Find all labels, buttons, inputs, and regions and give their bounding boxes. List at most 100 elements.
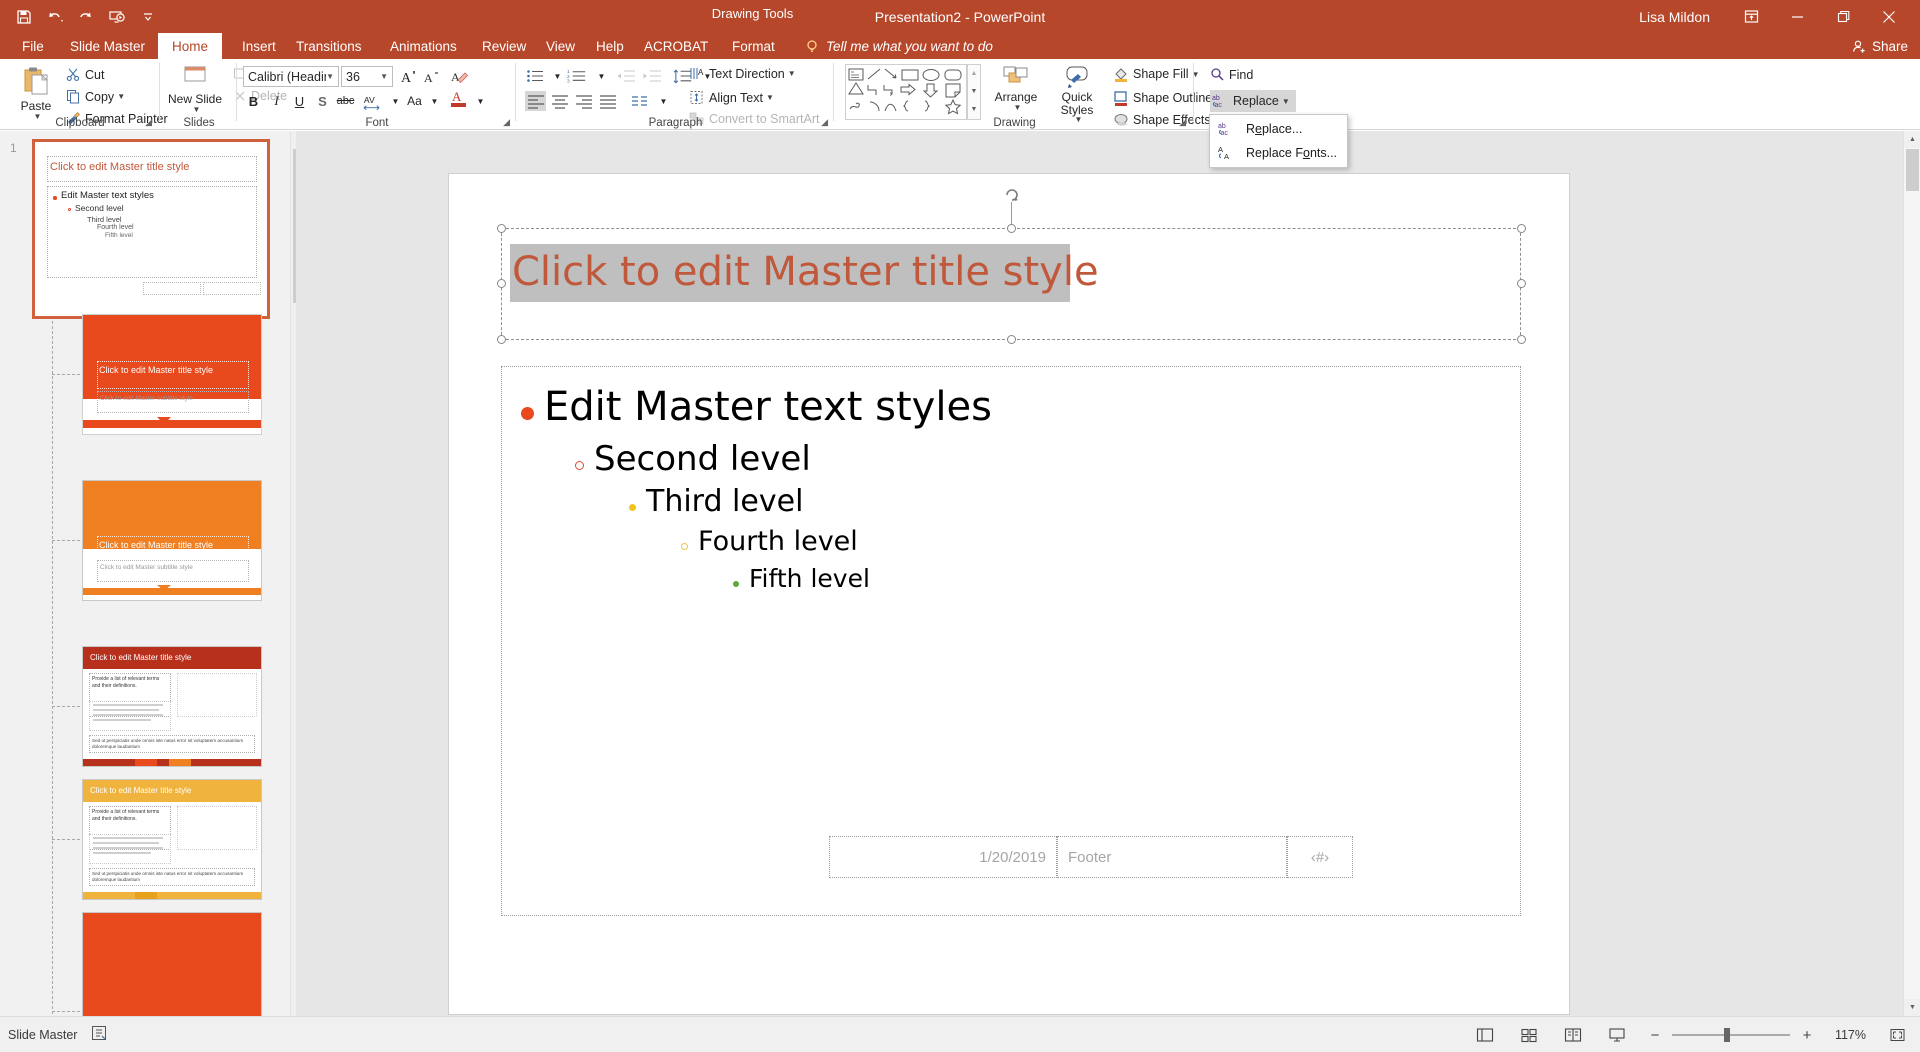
font-color-button[interactable]: A [448, 89, 469, 109]
clipboard-dialog-launcher[interactable]: ◢ [145, 117, 152, 128]
save-icon[interactable] [10, 4, 38, 30]
normal-view-button[interactable] [1472, 1023, 1498, 1047]
restore-icon[interactable] [1820, 0, 1866, 33]
customize-quick-access-toolbar-icon[interactable] [134, 4, 162, 30]
close-icon[interactable] [1866, 0, 1912, 33]
font-name-chevron-down-icon[interactable]: ▼ [326, 72, 334, 81]
tab-home[interactable]: Home [158, 33, 223, 59]
fit-to-window-button[interactable] [1884, 1023, 1910, 1047]
reading-view-button[interactable] [1560, 1023, 1586, 1047]
cut-button[interactable]: Cut [66, 67, 104, 82]
strikethrough-button[interactable]: abc [335, 91, 356, 111]
italic-button[interactable]: I [266, 91, 287, 111]
slide-thumbnail-pane[interactable]: 1 Click to edit Master title style Edit … [0, 131, 296, 1016]
columns-button[interactable] [629, 91, 650, 111]
copy-button[interactable]: Copy ▼ [66, 89, 125, 104]
numbering-button[interactable]: 123 [567, 66, 588, 86]
replace-dropdown-menu[interactable]: ab ac Replace... AA Replace Fonts... [1209, 114, 1348, 168]
align-left-button[interactable] [525, 91, 546, 111]
arrange-button[interactable]: Arrange ▼ [987, 65, 1045, 113]
replace-chevron-down-icon[interactable]: ▼ [1282, 97, 1290, 106]
share-button[interactable]: Share [1852, 33, 1908, 59]
resize-handle-middle-right[interactable] [1517, 279, 1526, 288]
drawing-dialog-launcher[interactable]: ◢ [1179, 117, 1186, 128]
body-level-3[interactable]: Third level [629, 484, 803, 519]
accessibility-checker-icon[interactable] [91, 1025, 107, 1046]
tab-view[interactable]: View [532, 33, 589, 59]
bullets-button[interactable] [525, 66, 546, 86]
increase-font-size-button[interactable]: A [398, 66, 419, 86]
justify-button[interactable] [597, 91, 618, 111]
clear-formatting-button[interactable]: A [448, 66, 469, 86]
change-case-button[interactable]: Aa [404, 91, 425, 111]
increase-indent-button[interactable] [641, 66, 662, 86]
resize-handle-top-left[interactable] [497, 224, 506, 233]
editor-scroll-down-icon[interactable]: ▼ [1904, 999, 1920, 1016]
text-direction-button[interactable]: A Text Direction ▼ [689, 66, 796, 81]
font-size-chevron-down-icon[interactable]: ▼ [380, 72, 388, 81]
align-right-button[interactable] [573, 91, 594, 111]
decrease-font-size-button[interactable]: A [421, 66, 442, 86]
zoom-slider-knob[interactable] [1724, 1028, 1730, 1042]
slide-editor-canvas[interactable]: Click to edit Master title style Edit Ma… [296, 131, 1903, 1016]
font-name-combobox[interactable]: Calibri (Headin ▼ [243, 66, 339, 87]
shapes-scroll-up-icon[interactable]: ▲ [968, 65, 980, 82]
slide-thumbnail-3[interactable]: Click to edit Master title style Click t… [82, 480, 262, 601]
redo-icon[interactable] [72, 4, 100, 30]
font-size-combobox[interactable]: 36 ▼ [341, 66, 393, 87]
tell-me-search[interactable]: Tell me what you want to do [805, 33, 993, 59]
body-level-4[interactable]: Fourth level [681, 526, 858, 557]
footer-placeholder[interactable]: Footer [1057, 836, 1287, 878]
underline-button[interactable]: U [289, 91, 310, 111]
align-text-button[interactable]: Align Text ▼ [689, 90, 774, 105]
align-text-chevron-down-icon[interactable]: ▼ [766, 93, 774, 102]
shapes-scroll-down-icon[interactable]: ▼ [968, 83, 980, 100]
character-spacing-chevron-down-icon[interactable]: ▼ [385, 91, 406, 111]
tab-format[interactable]: Format [718, 33, 789, 59]
resize-handle-bottom-right[interactable] [1517, 335, 1526, 344]
center-text-button[interactable] [549, 91, 570, 111]
zoom-percent-label[interactable]: 117% [1824, 1028, 1866, 1042]
resize-handle-bottom-center[interactable] [1007, 335, 1016, 344]
body-level-1[interactable]: Edit Master text styles [521, 384, 992, 430]
bold-button[interactable]: B [243, 91, 264, 111]
shapes-more-icon[interactable]: ▼ [968, 101, 980, 118]
slide-thumbnail-6[interactable] [82, 912, 262, 1016]
find-button[interactable]: Find [1210, 67, 1253, 82]
tab-insert[interactable]: Insert [228, 33, 290, 59]
paste-button[interactable]: Paste ▼ [8, 64, 64, 122]
slide-thumbnail-2[interactable]: Click to edit Master title style Click t… [82, 314, 262, 435]
paragraph-dialog-launcher[interactable]: ◢ [821, 117, 828, 128]
editor-scroll-up-icon[interactable]: ▲ [1904, 131, 1920, 148]
slide-thumbnail-4[interactable]: Click to edit Master title style Provide… [82, 646, 262, 767]
tab-review[interactable]: Review [468, 33, 540, 59]
title-text[interactable]: Click to edit Master title style [512, 249, 1099, 295]
minimize-icon[interactable] [1774, 0, 1820, 33]
font-color-chevron-down-icon[interactable]: ▼ [470, 91, 491, 111]
ribbon-display-options-icon[interactable] [1728, 0, 1774, 33]
change-case-chevron-down-icon[interactable]: ▼ [424, 91, 445, 111]
slide-sorter-view-button[interactable] [1516, 1023, 1542, 1047]
slide-show-button[interactable] [1604, 1023, 1630, 1047]
font-dialog-launcher[interactable]: ◢ [503, 117, 510, 128]
zoom-out-button[interactable]: − [1648, 1027, 1662, 1044]
body-level-2[interactable]: Second level [575, 439, 811, 479]
date-placeholder[interactable]: 1/20/2019 [829, 836, 1057, 878]
shapes-gallery-scroll[interactable]: ▲ ▼ ▼ [967, 64, 981, 120]
arrange-chevron-down-icon[interactable]: ▼ [1014, 103, 1022, 113]
decrease-indent-button[interactable] [615, 66, 636, 86]
tab-animations[interactable]: Animations [376, 33, 471, 59]
resize-handle-bottom-left[interactable] [497, 335, 506, 344]
slide-thumbnail-1[interactable]: Click to edit Master title style Edit Ma… [32, 139, 270, 319]
resize-handle-top-right[interactable] [1517, 224, 1526, 233]
tab-file[interactable]: File [8, 33, 58, 59]
tab-transitions[interactable]: Transitions [282, 33, 376, 59]
menu-item-replace[interactable]: ab ac Replace... [1210, 117, 1347, 141]
character-spacing-button[interactable]: AV [362, 91, 383, 111]
columns-chevron-down-icon[interactable]: ▼ [653, 91, 674, 111]
undo-icon[interactable] [41, 4, 69, 30]
slide-thumbnail-5[interactable]: Click to edit Master title style Provide… [82, 779, 262, 900]
zoom-slider-track[interactable] [1672, 1028, 1790, 1042]
slide-number-placeholder[interactable]: ‹#› [1287, 836, 1353, 878]
rotation-handle[interactable] [1003, 186, 1020, 203]
